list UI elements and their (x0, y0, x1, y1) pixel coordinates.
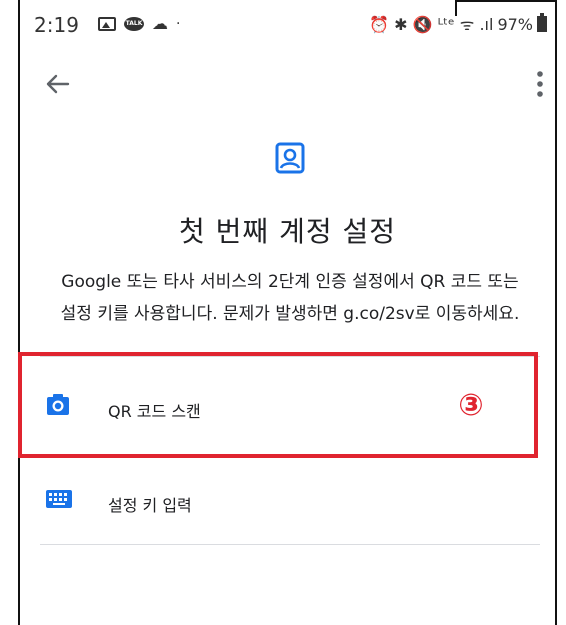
app-bar (20, 56, 555, 112)
cloud-icon: ☁ (152, 14, 168, 33)
page-description: Google 또는 타사 서비스의 2단계 인증 설정에서 QR 코드 또는 설… (40, 266, 540, 330)
system-status-icons: ⏰ ✱ 🔇 ᴸᵗᵉ ᯤ .ıl 97% (369, 13, 547, 35)
annotation-step-badge: ③ (458, 388, 484, 423)
keyboard-icon (46, 490, 72, 512)
description-line-2: 설정 키를 사용합니다. 문제가 발생하면 g.co/2sv로 이동하세요. (60, 304, 520, 324)
frame-border-right (555, 0, 557, 625)
battery-icon (537, 13, 547, 32)
more-vertical-icon[interactable] (525, 64, 555, 104)
page-title: 첫 번째 계정 설정 (178, 215, 397, 248)
divider-bottom (40, 544, 540, 545)
notification-icons: TALK ☁ · (98, 16, 180, 32)
status-bar: 2:19 TALK ☁ · ⏰ ✱ 🔇 ᴸᵗᵉ ᯤ .ıl 97% (20, 6, 555, 44)
enter-key-label: 설정 키 입력 (108, 496, 192, 515)
account-icon (275, 142, 305, 174)
back-arrow-icon[interactable] (38, 64, 78, 104)
description-line-1: Google 또는 타사 서비스의 2단계 인증 설정에서 QR 코드 또는 (61, 272, 519, 292)
enter-setup-key-option[interactable]: 설정 키 입력 (20, 454, 540, 546)
more-notifications-dot-icon: · (176, 16, 181, 32)
system-icons-text: ⏰ ✱ 🔇 ᴸᵗᵉ ᯤ .ıl (369, 15, 494, 34)
frame-border-top (455, 0, 557, 2)
gallery-icon (98, 17, 116, 31)
kakaotalk-icon: TALK (124, 17, 144, 31)
battery-percentage: 97% (497, 14, 533, 34)
status-time: 2:19 (34, 13, 79, 37)
